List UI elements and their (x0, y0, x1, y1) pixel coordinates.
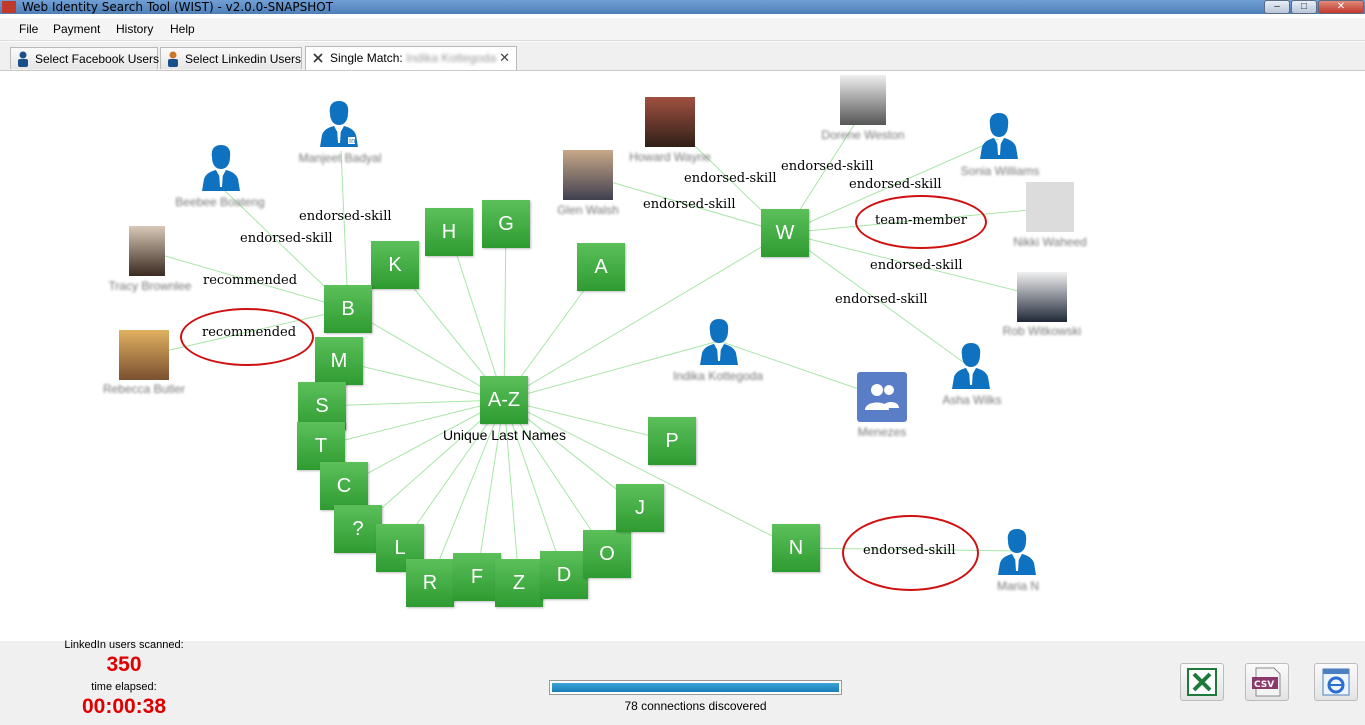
connection-graph[interactable]: H G K A B M S T C ? L R F Z D O J P N W … (0, 71, 1365, 641)
menu-help[interactable]: Help (170, 22, 195, 36)
edge-label: endorsed-skill (299, 209, 392, 224)
letter-node-h[interactable]: H (425, 208, 473, 256)
person-icon (168, 51, 178, 67)
svg-text:in: in (349, 137, 355, 145)
linkedin-person-icon[interactable] (200, 143, 242, 191)
letter-node-w[interactable]: W (761, 209, 809, 257)
edge-label: endorsed-skill (870, 258, 963, 273)
person-name: Nikki Waheed (1013, 235, 1087, 249)
edge-label: endorsed-skill (684, 171, 777, 186)
excel-export-button[interactable] (1180, 663, 1224, 701)
letter-node-n[interactable]: N (772, 524, 820, 572)
highlight-ring (180, 308, 314, 366)
tab-label: Single Match: (330, 51, 403, 65)
svg-text:CSV: CSV (1254, 680, 1274, 690)
person-name: Asha Wilks (942, 393, 1002, 407)
scanned-value: 350 (106, 653, 142, 676)
person-name: Glen Walsh (557, 203, 619, 217)
person-name: Maria N (996, 579, 1039, 593)
letter-node-a[interactable]: A (577, 243, 625, 291)
person-name: Tracy Brownlee (108, 279, 192, 293)
status-footer: LinkedIn users scanned: 350 time elapsed… (0, 639, 1365, 725)
tab-bar: Select Facebook Users Select Linkedin Us… (0, 42, 1365, 71)
ie-export-icon (1322, 668, 1350, 696)
tab-match-name: Indika Kottegoda (406, 51, 497, 65)
linkedin-person-icon[interactable] (996, 527, 1038, 575)
edge-label: endorsed-skill (849, 177, 942, 192)
close-tab-icon[interactable]: ✕ (499, 47, 510, 69)
progress-text: 78 connections discovered (624, 699, 767, 713)
tab-select-linkedin-users[interactable]: Select Linkedin Users (160, 47, 302, 69)
letter-node-unknown[interactable]: ? (334, 505, 382, 553)
linkedin-person-icon[interactable]: in (318, 99, 360, 147)
window-title: Web Identity Search Tool (WIST) - v2.0.0… (22, 0, 334, 14)
progress-fill (552, 683, 839, 692)
menu-history[interactable]: History (116, 22, 153, 36)
excel-export-icon (1187, 668, 1217, 696)
ie-export-button[interactable] (1314, 663, 1358, 701)
menu-bar: File Payment History Help (0, 18, 1365, 41)
edge-label: endorsed-skill (835, 292, 928, 307)
person-name: Sonia Williams (960, 164, 1040, 178)
linkedin-person-icon[interactable] (978, 111, 1020, 159)
linkedin-person-icon[interactable] (950, 341, 992, 389)
letter-node-f[interactable]: F (453, 553, 501, 601)
person-name: Beebee Boateng (175, 195, 265, 209)
tab-label: Select Linkedin Users (185, 52, 302, 66)
menu-file[interactable]: File (19, 22, 38, 36)
facebook-group-icon[interactable] (857, 372, 907, 422)
highlight-ring (855, 195, 987, 249)
csv-export-icon: CSV (1252, 667, 1281, 697)
close-button[interactable]: ✕ (1318, 0, 1364, 14)
person-name: Manjeet Badyal (298, 151, 382, 165)
app-icon (2, 1, 16, 13)
letter-node-p[interactable]: P (648, 417, 696, 465)
menu-payment[interactable]: Payment (53, 22, 100, 36)
letter-node-j[interactable]: J (616, 484, 664, 532)
window-title-bar: Web Identity Search Tool (WIST) - v2.0.0… (0, 0, 1365, 14)
letter-node-r[interactable]: R (406, 559, 454, 607)
edge-label: endorsed-skill (781, 159, 874, 174)
person-photo[interactable] (840, 75, 886, 125)
person-name: Rebecca Butler (102, 382, 186, 396)
csv-export-button[interactable]: CSV (1245, 663, 1289, 701)
letter-node-o[interactable]: O (583, 530, 631, 578)
edge-label: endorsed-skill (240, 231, 333, 246)
minimize-button[interactable]: – (1264, 0, 1290, 14)
person-icon (18, 51, 28, 67)
tab-select-facebook-users[interactable]: Select Facebook Users (10, 47, 160, 69)
person-photo[interactable] (129, 226, 165, 276)
progress-bar (549, 680, 842, 695)
tab-label: Select Facebook Users (35, 52, 160, 66)
person-photo[interactable] (1026, 182, 1074, 232)
person-photo[interactable] (119, 330, 169, 380)
person-name: Howard Wayne (629, 150, 711, 164)
hub-node[interactable]: A-Z (480, 376, 528, 424)
person-photo[interactable] (563, 150, 613, 200)
scanned-label: LinkedIn users scanned: (64, 639, 184, 651)
tab-single-match[interactable]: Single Match: Indika Kottegoda ✕ (305, 46, 517, 70)
linkedin-person-icon[interactable] (698, 317, 740, 365)
person-photo[interactable] (1017, 272, 1067, 322)
letter-node-c[interactable]: C (320, 462, 368, 510)
person-name: Indika Kottegoda (672, 369, 764, 383)
elapsed-value: 00:00:38 (81, 695, 167, 718)
letter-node-z[interactable]: Z (495, 559, 543, 607)
letter-node-m[interactable]: M (315, 337, 363, 385)
maximize-button[interactable]: □ (1291, 0, 1317, 14)
letter-node-d[interactable]: D (540, 551, 588, 599)
person-name: Menezes (857, 425, 907, 439)
person-photo[interactable] (645, 97, 695, 147)
graph-icon (313, 53, 323, 63)
hub-label: Unique Last Names (443, 427, 566, 443)
elapsed-label: time elapsed: (91, 681, 157, 693)
person-name: Dorene Weston (821, 128, 905, 142)
letter-node-k[interactable]: K (371, 241, 419, 289)
person-name: Rob Witkowski (1002, 324, 1082, 338)
letter-node-b[interactable]: B (324, 285, 372, 333)
